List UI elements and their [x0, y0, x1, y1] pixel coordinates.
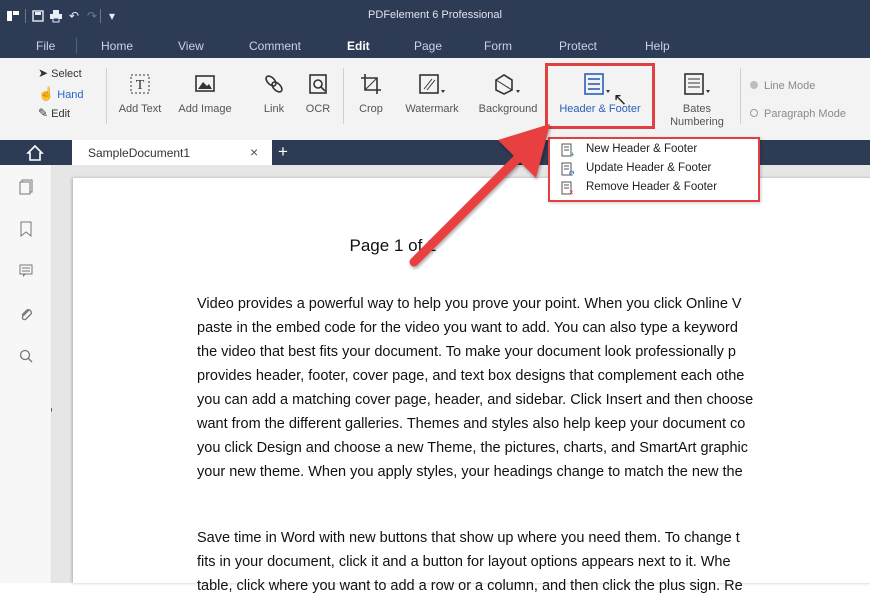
new-header-footer-item[interactable]: + New Header & Footer — [556, 141, 756, 159]
remove-header-footer-item[interactable]: × Remove Header & Footer — [556, 179, 756, 197]
paragraph-1-line: you can add a matching cover page, heade… — [197, 392, 754, 408]
link-icon — [262, 72, 286, 96]
add-image-button[interactable]: Add Image — [172, 62, 238, 122]
menu-help[interactable]: Help — [645, 34, 670, 58]
edit-pencil-icon: ✎ — [38, 106, 49, 120]
paragraph-2-line: fits in your document, click it and a bu… — [197, 554, 731, 570]
paragraph-1-line: want from the different galleries. Theme… — [197, 416, 746, 432]
bookmark-icon[interactable] — [18, 221, 34, 238]
new-header-footer-label: New Header & Footer — [586, 143, 698, 155]
svg-text:T: T — [136, 78, 145, 93]
document-tab[interactable]: SampleDocument1 × — [72, 140, 272, 165]
add-text-icon: T — [128, 72, 152, 96]
menu-protect[interactable]: Protect — [559, 34, 597, 58]
ocr-button[interactable]: OCR — [300, 62, 336, 122]
ribbon-separator-2 — [343, 68, 344, 124]
paragraph-2-line: table, click where you want to add a row… — [197, 578, 743, 594]
update-header-footer-label: Update Header & Footer — [586, 162, 712, 174]
menu-page[interactable]: Page — [414, 34, 442, 58]
menu-file[interactable]: File — [36, 34, 55, 58]
paragraph-1-line: you click Design and choose a new Theme,… — [197, 440, 749, 456]
line-mode-option[interactable]: Line Mode — [750, 80, 815, 92]
close-tab-icon[interactable]: × — [250, 144, 258, 160]
ocr-icon — [306, 72, 330, 96]
paragraph-1-line: Video provides a powerful way to help yo… — [197, 296, 742, 312]
svg-text:+: + — [570, 150, 574, 157]
left-sidebar: ▸ — [0, 165, 55, 583]
menu-bar: File Home View Comment Edit Page Form Pr… — [0, 34, 870, 58]
edit-tool[interactable]: ✎ Edit — [38, 106, 70, 120]
ocr-label: OCR — [305, 103, 331, 115]
app-title: PDFelement 6 Professional — [368, 9, 502, 21]
title-bar: ↶ ↷ ▾ PDFelement 6 Professional — [0, 0, 870, 34]
comment-icon[interactable] — [18, 263, 34, 279]
background-icon — [492, 72, 522, 96]
new-tab-plus-icon[interactable]: + — [278, 142, 288, 162]
hand-label: Hand — [57, 89, 84, 101]
link-label: Link — [263, 103, 285, 115]
paragraph-1-line: provides header, footer, cover page, and… — [197, 368, 745, 384]
menu-view[interactable]: View — [178, 34, 204, 58]
bates-numbering-icon — [682, 72, 712, 96]
add-image-icon — [193, 72, 217, 96]
line-mode-radio — [750, 81, 758, 89]
annotation-arrow-icon — [409, 124, 550, 267]
home-icon — [26, 144, 44, 162]
link-button[interactable]: Link — [258, 62, 290, 122]
paragraph-1-line: paste in the embed code for the video yo… — [197, 320, 738, 336]
paragraph-mode-option[interactable]: Paragraph Mode — [750, 108, 846, 120]
paragraph-1-line: your new theme. When you apply styles, y… — [197, 464, 743, 480]
add-image-label: Add Image — [178, 103, 232, 115]
hand-icon: ☝ — [38, 86, 55, 101]
paragraph-1-line: the video that best fits your document. … — [197, 344, 736, 360]
select-tool[interactable]: ➤ Select — [38, 66, 82, 80]
menu-comment[interactable]: Comment — [249, 34, 301, 58]
menu-edit[interactable]: Edit — [347, 34, 370, 58]
line-mode-label: Line Mode — [764, 80, 816, 92]
bates-numbering-button[interactable]: Bates Numbering — [664, 62, 730, 134]
hand-tool[interactable]: ☝ Hand — [38, 86, 84, 102]
thumbnails-icon[interactable] — [18, 179, 34, 195]
bates-numbering-label: Bates Numbering — [670, 103, 724, 128]
crop-button[interactable]: Crop — [352, 62, 390, 122]
home-tab[interactable] — [0, 140, 72, 165]
add-text-button[interactable]: T Add Text — [110, 62, 170, 122]
attachment-icon[interactable] — [18, 306, 34, 322]
ribbon-separator-3 — [740, 68, 741, 124]
select-label: Select — [51, 68, 82, 80]
edit-label: Edit — [51, 108, 71, 120]
remove-header-footer-label: Remove Header & Footer — [586, 181, 718, 193]
watermark-icon — [417, 72, 447, 96]
paragraph-mode-label: Paragraph Mode — [764, 108, 846, 120]
add-text-label: Add Text — [118, 103, 162, 115]
update-header-footer-item[interactable]: ⟳ Update Header & Footer — [556, 160, 756, 178]
header-footer-dropdown: + New Header & Footer ⟳ Update Header & … — [548, 137, 760, 202]
paragraph-mode-radio — [750, 109, 758, 117]
crop-label: Crop — [359, 103, 383, 115]
paragraph-2-line: Save time in Word with new buttons that … — [197, 530, 740, 546]
ribbon-separator — [106, 68, 107, 124]
select-cursor-icon: ➤ — [38, 66, 49, 80]
menu-home[interactable]: Home — [101, 34, 133, 58]
crop-icon — [359, 72, 383, 96]
menu-separator — [76, 38, 77, 54]
menu-form[interactable]: Form — [484, 34, 512, 58]
search-icon[interactable] — [18, 348, 34, 364]
document-tab-title: SampleDocument1 — [88, 146, 191, 160]
